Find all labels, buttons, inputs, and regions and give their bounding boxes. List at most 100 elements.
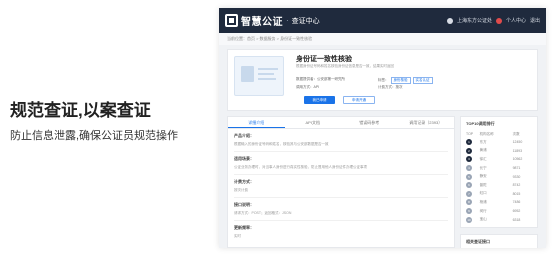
product-card: 身份证一致性核验 根据身份证号码和姓名核验身份证信息是否一致，结果实时返回 数据… bbox=[227, 49, 538, 111]
ranking-col-top: TOP bbox=[466, 132, 474, 136]
ranking-col-count: 次数 bbox=[512, 132, 520, 136]
section-update: 更新频率： 实时 bbox=[228, 221, 454, 240]
logout-link[interactable]: 退出 bbox=[530, 17, 540, 24]
tab-api-doc[interactable]: API文档 bbox=[285, 117, 342, 128]
ranking-row[interactable]: 5 静安 9330 bbox=[461, 172, 537, 181]
tag-chip[interactable]: 实名认证 bbox=[412, 77, 433, 84]
ranking-cell-count: 12450 bbox=[512, 140, 523, 145]
rank-badge: 7 bbox=[466, 190, 472, 197]
rank-badge: 5 bbox=[466, 173, 472, 180]
ranking-cell-name: 宝山 bbox=[479, 217, 487, 222]
ranking-cell-rank: 5 bbox=[466, 173, 480, 180]
tab-intro[interactable]: 详细介绍 bbox=[228, 117, 285, 128]
ranking-cell-rank: 6 bbox=[466, 182, 480, 189]
logo-text: 智慧公证 bbox=[241, 17, 283, 28]
ranking-cell-name: 东方 bbox=[479, 139, 487, 144]
id-line-shape bbox=[258, 78, 276, 80]
section-interface: 接口说明： 请求方式：POST；返回格式：JSON bbox=[228, 198, 454, 217]
meta-tags: 标签： 身份核验 实名认证 bbox=[378, 77, 433, 84]
applied-button[interactable]: 我已申请 bbox=[304, 96, 335, 104]
meta-billing-label: 计费方式： bbox=[378, 85, 396, 89]
product-description: 根据身份证号码和姓名核验身份证信息是否一致，结果实时返回 bbox=[296, 64, 394, 68]
tab-call-records[interactable]: 调用记录（2393） bbox=[398, 117, 455, 128]
ranking-cell-rank: 4 bbox=[466, 165, 480, 172]
section-text: 请求方式：POST；返回格式：JSON bbox=[234, 211, 292, 215]
tab-error-codes[interactable]: 错误码参考 bbox=[341, 117, 398, 128]
rank-badge: 10 bbox=[466, 216, 472, 223]
tag-chip[interactable]: 身份核验 bbox=[390, 77, 411, 84]
meta-billing-value: 按次 bbox=[395, 85, 403, 89]
meta-provider-value: 公安部第一研究所 bbox=[317, 77, 345, 81]
related-title: 相关查证接口 bbox=[466, 239, 490, 244]
ranking-list: 1 东方 12450 2 黄浦 11893 3 徐汇 10562 4 长宁 9871 5 静安 9330 6 普… bbox=[461, 138, 537, 224]
section-billing: 计费方式： 按次计费 bbox=[228, 175, 454, 194]
app-header: 智慧公证 · 查证中心 上海东方公证处 个人中心 退出 bbox=[219, 8, 546, 33]
rank-badge: 3 bbox=[466, 156, 472, 163]
ranking-cell-count: 9871 bbox=[512, 166, 521, 171]
ranking-row[interactable]: 2 黄浦 11893 bbox=[461, 147, 537, 156]
id-line-shape bbox=[258, 68, 278, 70]
rank-badge: 8 bbox=[466, 199, 472, 206]
meta-call-label: 调用方式： bbox=[296, 85, 314, 89]
section-text: 按次计费 bbox=[234, 188, 248, 192]
ranking-row[interactable]: 4 长宁 9871 bbox=[461, 164, 537, 173]
meta-provider: 数据提供者：公安部第一研究所 bbox=[296, 77, 345, 82]
ranking-row[interactable]: 10 宝山 6318 bbox=[461, 215, 537, 224]
breadcrumb: 当前位置：首页 > 数据服务 > 身份证一致性核验 bbox=[219, 33, 546, 45]
section-heading: 计费方式： bbox=[234, 179, 254, 184]
module-title: 查证中心 bbox=[291, 17, 320, 25]
section-text: 根据输入的身份证号码和姓名，核验其与公安部数据是否一致 bbox=[234, 142, 329, 146]
meta-tags-label: 标签： bbox=[378, 78, 389, 82]
user-avatar-icon[interactable] bbox=[495, 17, 502, 24]
ranking-row[interactable]: 3 徐汇 10562 bbox=[461, 155, 537, 164]
ranking-cell-rank: 3 bbox=[466, 156, 480, 163]
apply-button[interactable]: 申请开通 bbox=[343, 96, 375, 104]
ranking-cell-count: 6318 bbox=[512, 217, 521, 222]
id-line-shape bbox=[258, 73, 274, 75]
section-heading: 适用场景： bbox=[234, 156, 254, 161]
rank-badge: 2 bbox=[466, 147, 472, 154]
section-heading: 产品介绍： bbox=[234, 133, 254, 138]
ranking-row[interactable]: 8 杨浦 7486 bbox=[461, 198, 537, 207]
rank-badge: 6 bbox=[466, 182, 472, 189]
logo-icon bbox=[225, 14, 238, 27]
ranking-cell-name: 静安 bbox=[479, 174, 487, 179]
org-name[interactable]: 上海东方公证处 bbox=[457, 17, 492, 24]
ranking-cell-count: 6952 bbox=[512, 209, 521, 214]
ranking-row[interactable]: 9 闵行 6952 bbox=[461, 207, 537, 216]
ranking-cell-count: 9330 bbox=[512, 174, 521, 179]
ranking-cell-name: 徐汇 bbox=[479, 156, 487, 161]
ranking-cell-rank: 1 bbox=[466, 139, 480, 146]
rank-badge: 9 bbox=[466, 208, 472, 215]
rank-badge: 4 bbox=[466, 165, 472, 172]
section-scenario: 适用场景： 公证业务办理时，对当事人身份进行真实性核验，防止冒用他人身份证件办理… bbox=[228, 152, 454, 171]
section-text: 实时 bbox=[234, 234, 241, 238]
id-photo-shape bbox=[241, 66, 254, 82]
ranking-cell-rank: 8 bbox=[466, 199, 480, 206]
ranking-cell-name: 长宁 bbox=[479, 165, 487, 170]
ranking-cell-count: 8015 bbox=[512, 191, 521, 196]
header-right: 上海东方公证处 个人中心 退出 bbox=[446, 17, 540, 24]
ranking-cell-count: 10562 bbox=[512, 157, 523, 162]
ranking-cell-rank: 7 bbox=[466, 190, 480, 197]
promo-title: 规范查证,以案查证 bbox=[10, 101, 151, 120]
meta-billing: 计费方式：按次 bbox=[378, 85, 403, 90]
ranking-panel: TOP10调用排行 TOP 机构名称 次数 1 东方 12450 2 黄浦 11893 3 徐… bbox=[460, 116, 538, 228]
ranking-cell-rank: 10 bbox=[466, 216, 480, 223]
ranking-cell-rank: 2 bbox=[466, 147, 480, 154]
ranking-cell-name: 黄浦 bbox=[479, 148, 487, 153]
related-panel: 相关查证接口 bbox=[460, 234, 538, 248]
ranking-row[interactable]: 6 普陀 8742 bbox=[461, 181, 537, 190]
ranking-cell-name: 闵行 bbox=[479, 208, 487, 213]
ranking-title: TOP10调用排行 bbox=[466, 121, 495, 126]
section-heading: 接口说明： bbox=[234, 202, 254, 207]
ranking-header: TOP 机构名称 次数 bbox=[461, 131, 537, 138]
section-text: 公证业务办理时，对当事人身份进行真实性核验，防止冒用他人身份证件办理公证事项 bbox=[234, 165, 367, 169]
app-window: 智慧公证 · 查证中心 上海东方公证处 个人中心 退出 当前位置：首页 > 数据… bbox=[219, 8, 546, 248]
id-card-icon bbox=[234, 56, 284, 96]
org-icon bbox=[446, 17, 453, 24]
promo-subtitle: 防止信息泄露,确保公证员规范操作 bbox=[10, 130, 179, 142]
ranking-row[interactable]: 7 虹口 8015 bbox=[461, 190, 537, 199]
user-center-link[interactable]: 个人中心 bbox=[506, 17, 526, 24]
ranking-row[interactable]: 1 东方 12450 bbox=[461, 138, 537, 147]
